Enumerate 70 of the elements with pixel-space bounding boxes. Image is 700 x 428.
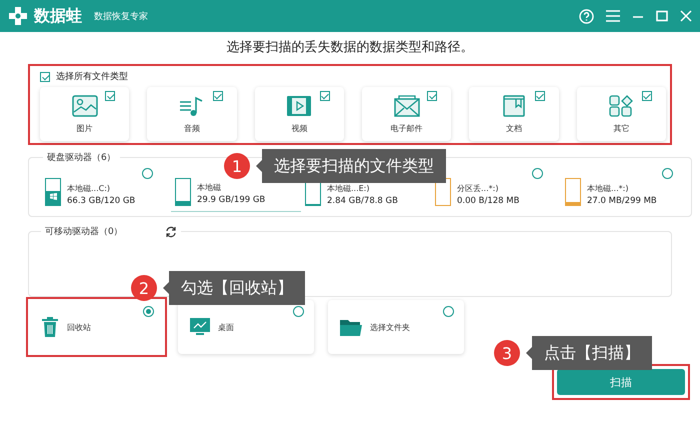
location-label: 回收站: [67, 322, 91, 332]
file-type-checkbox[interactable]: [320, 91, 330, 101]
file-type-label: 其它: [613, 122, 630, 134]
logo-icon: [8, 6, 28, 26]
trash-icon: [41, 317, 59, 337]
location-label: 选择文件夹: [370, 322, 410, 332]
step-number-badge: 1: [224, 153, 250, 179]
step-number-badge: 3: [494, 340, 520, 366]
callout-tooltip: 点击【扫描】: [526, 336, 652, 370]
file-type-checkbox[interactable]: [534, 91, 545, 101]
close-icon[interactable]: [680, 10, 692, 22]
callout-tooltip: 勾选【回收站】: [163, 271, 305, 305]
file-type-checkbox[interactable]: [105, 91, 116, 101]
folder-icon: [340, 318, 362, 336]
file-type-label: 视频: [291, 122, 308, 134]
drive-radio[interactable]: [662, 168, 673, 179]
location-card[interactable]: 选择文件夹: [328, 300, 464, 354]
drive-name: 分区丢...*:): [457, 182, 500, 194]
file-type-checkbox[interactable]: [642, 91, 652, 101]
menu-icon[interactable]: [606, 10, 620, 22]
file-type-card[interactable]: 文档: [469, 87, 559, 141]
monitor-icon: [190, 318, 210, 336]
drive-item[interactable]: 本地磁...C:) 66.3 GB/120 GB: [41, 166, 171, 212]
location-radio[interactable]: [143, 306, 154, 317]
file-type-label: 文档: [506, 122, 522, 134]
app-subtitle: 数据恢复专家: [94, 10, 148, 22]
image-icon: [72, 94, 98, 116]
drive-size: 2.84 GB/78.8 GB: [327, 196, 398, 206]
drive-size: 27.0 MB/299 MB: [587, 196, 657, 206]
windows-logo-icon: [50, 192, 56, 200]
select-all-label: 选择所有文件类型: [56, 70, 128, 83]
drive-name: 本地磁...C:): [67, 182, 112, 194]
select-all-checkbox[interactable]: [40, 72, 50, 82]
drive-size: 0.00 B/128 MB: [457, 196, 520, 206]
section-title: 可移动驱动器（0）: [45, 226, 123, 238]
file-type-card[interactable]: 电子邮件: [362, 87, 452, 141]
film-icon: [286, 94, 312, 116]
drive-name: 本地磁...E:): [327, 182, 370, 194]
app-name: 数据蛙: [34, 6, 82, 26]
file-type-checkbox[interactable]: [427, 91, 438, 101]
section-title: 硬盘驱动器（6）: [46, 152, 117, 164]
drive-size: 29.9 GB/199 GB: [197, 195, 266, 205]
book-icon: [500, 94, 527, 116]
drive-name: 本地磁...*:): [587, 182, 630, 194]
file-type-label: 图片: [76, 122, 93, 134]
envelope-icon: [394, 94, 420, 116]
location-label: 桌面: [218, 322, 234, 332]
drive-radio[interactable]: [532, 168, 543, 179]
help-icon[interactable]: [579, 8, 594, 24]
music-note-icon: [178, 94, 205, 116]
drive-name: 本地磁: [197, 182, 222, 193]
location-radio[interactable]: [293, 306, 304, 317]
file-type-label: 电子邮件: [390, 122, 423, 134]
page-heading: 选择要扫描的丢失数据的数据类型和路径。: [226, 39, 474, 57]
file-type-card[interactable]: 音频: [147, 87, 237, 141]
step-number-badge: 2: [131, 275, 157, 301]
apps-icon: [608, 94, 634, 116]
drive-radio[interactable]: [142, 168, 153, 179]
file-type-label: 音频: [184, 122, 200, 134]
file-type-card[interactable]: 其它: [576, 87, 666, 141]
location-radio[interactable]: [443, 306, 454, 317]
refresh-icon[interactable]: [164, 226, 177, 238]
file-type-card[interactable]: 视频: [254, 87, 344, 141]
file-type-card[interactable]: 图片: [40, 87, 130, 141]
maximize-icon[interactable]: [656, 10, 668, 22]
drive-item[interactable]: 本地磁...*:) 27.0 MB/299 MB: [561, 166, 691, 212]
location-card[interactable]: 桌面: [178, 300, 314, 354]
drive-size: 66.3 GB/120 GB: [67, 196, 136, 206]
callout-tooltip: 选择要扫描的文件类型: [256, 149, 446, 183]
file-type-checkbox[interactable]: [212, 91, 223, 101]
